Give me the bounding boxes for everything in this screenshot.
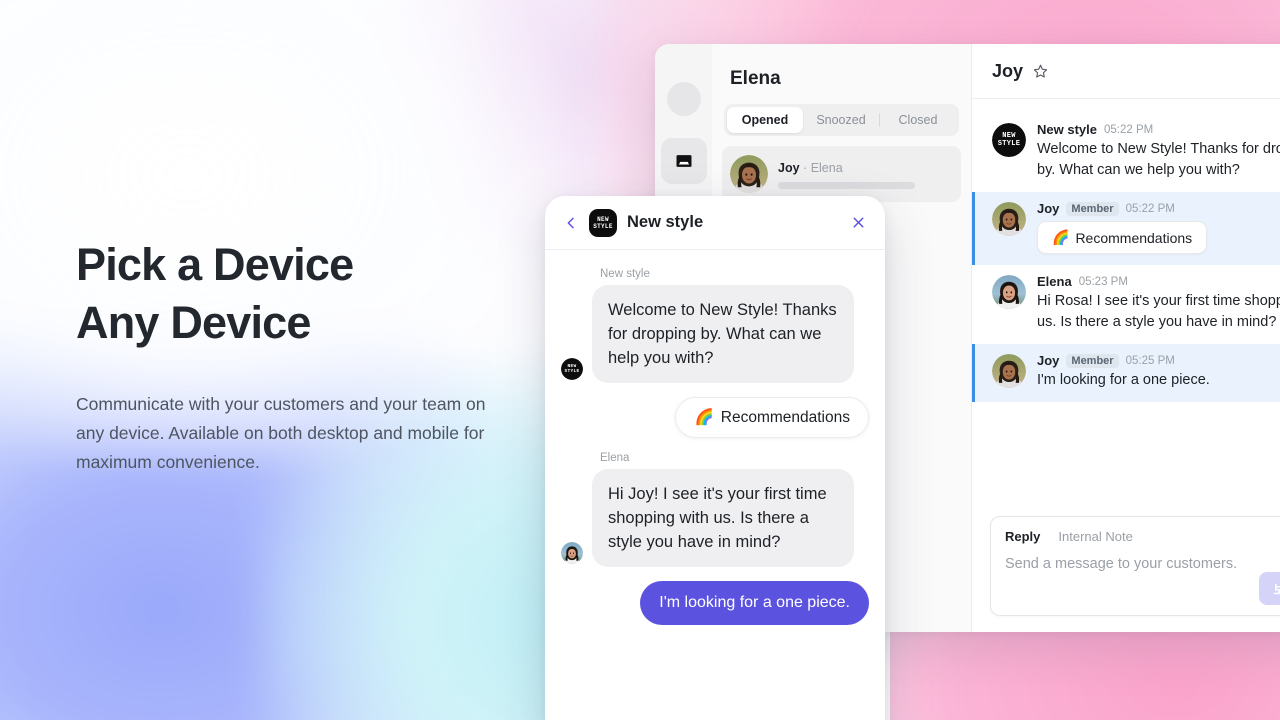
list-item-preview-skeleton xyxy=(778,181,915,189)
status-badge: Member xyxy=(1066,201,1119,216)
reply-composer[interactable]: Reply Internal Note Send a message to yo… xyxy=(990,516,1280,616)
message-timestamp: 05:23 PM xyxy=(1078,275,1128,288)
quick-reply-chip[interactable]: 🌈 Recommendations xyxy=(1037,221,1208,254)
tab-opened[interactable]: Opened xyxy=(727,107,803,133)
brand-logo-line-1: NEW xyxy=(1002,132,1016,140)
avatar xyxy=(992,354,1026,388)
message-author: Joy xyxy=(1037,353,1060,368)
chevron-left-icon[interactable] xyxy=(563,215,579,231)
avatar-agent-elena xyxy=(561,542,583,564)
tab-closed[interactable]: Closed xyxy=(880,107,956,133)
avatar-customer-joy xyxy=(992,202,1026,236)
brand-logo-line-2: STYLE xyxy=(564,369,580,374)
mobile-phone-mockup: NEW STYLE New style New style NEW STYLE … xyxy=(545,196,885,720)
reply-input-placeholder[interactable]: Send a message to your customers. xyxy=(1005,556,1280,572)
quick-reply-label: Recommendations xyxy=(1075,229,1193,246)
conversation-panel: Joy NEW STYLE New style 05:22 PM Welcome… xyxy=(972,44,1280,632)
message-item: NEW STYLE New style 05:22 PM Welcome to … xyxy=(972,113,1280,192)
list-item-title: Joy · Elena xyxy=(778,161,953,175)
tab-reply[interactable]: Reply xyxy=(1005,529,1040,544)
message-item: Joy Member 05:25 PM I'm looking for a on… xyxy=(972,344,1280,402)
brand-logo-line-2: STYLE xyxy=(997,140,1021,148)
phone-message-list: New style NEW STYLE Welcome to New Style… xyxy=(545,250,885,625)
quick-reply-label: Recommendations xyxy=(720,408,850,426)
phone-message-incoming: NEW STYLE Welcome to New Style! Thanks f… xyxy=(561,285,869,383)
phone-header: NEW STYLE New style xyxy=(545,196,885,250)
conversation-agent-name: Elena xyxy=(810,160,843,175)
avatar: NEW STYLE xyxy=(992,123,1026,157)
message-item: Elena 05:23 PM Hi Rosa! I see it's your … xyxy=(972,265,1280,344)
status-badge: Member xyxy=(1066,353,1119,368)
avatar xyxy=(730,155,768,193)
avatar xyxy=(561,542,583,564)
composer-tabs: Reply Internal Note xyxy=(1005,529,1280,544)
brand-logo-line-1: NEW xyxy=(597,215,609,223)
rainbow-icon: 🌈 xyxy=(694,409,714,426)
hero-copy: Pick a Device Any Device Communicate wit… xyxy=(76,236,506,477)
list-item-meta: Joy · Elena xyxy=(778,160,953,189)
message-list: NEW STYLE New style 05:22 PM Welcome to … xyxy=(972,99,1280,508)
quick-reply-chip[interactable]: 🌈 Recommendations xyxy=(675,397,869,438)
tab-snoozed[interactable]: Snoozed xyxy=(803,107,879,133)
hero-description: Communicate with your customers and your… xyxy=(76,394,486,472)
headline-line-2: Any Device xyxy=(76,297,311,348)
message-author: Joy xyxy=(1037,201,1060,216)
message-header: New style 05:22 PM xyxy=(1037,122,1280,137)
avatar-agent-elena xyxy=(992,275,1026,309)
list-item[interactable]: Joy · Elena xyxy=(722,146,961,202)
brand-logo-icon: NEW STYLE xyxy=(992,123,1026,157)
message-text: I'm looking for a one piece. xyxy=(1037,372,1210,388)
brand-logo-icon: NEW STYLE xyxy=(561,358,583,380)
message-header: Joy Member 05:25 PM xyxy=(1037,353,1280,368)
message-author: New style xyxy=(1037,122,1097,137)
message-header: Joy Member 05:22 PM xyxy=(1037,201,1280,216)
brand-logo-line-2: STYLE xyxy=(593,222,613,230)
page-title: Pick a Device Any Device xyxy=(76,236,506,352)
message-author: Elena xyxy=(1037,274,1072,289)
phone-quick-reply-row: 🌈 Recommendations xyxy=(561,397,869,438)
brand-logo-icon: NEW STYLE xyxy=(589,208,617,237)
inbox-icon xyxy=(676,155,691,167)
phone-sender-label: New style xyxy=(600,268,650,280)
tab-internal-note[interactable]: Internal Note xyxy=(1058,529,1132,544)
conversation-header: Joy xyxy=(972,44,1280,99)
avatar-customer-joy xyxy=(992,354,1026,388)
message-timestamp: 05:22 PM xyxy=(1103,123,1154,136)
message-text: Hi Rosa! I see it's your first time shop… xyxy=(1037,293,1280,330)
avatar[interactable] xyxy=(666,82,701,116)
sidebar-item-inbox[interactable] xyxy=(660,138,707,184)
avatar: NEW STYLE xyxy=(561,358,583,380)
close-icon[interactable] xyxy=(850,214,867,231)
avatar-customer-joy xyxy=(730,155,768,193)
avatar xyxy=(992,202,1026,236)
message-body: New style 05:22 PM Welcome to New Style!… xyxy=(1037,122,1280,181)
message-text: Welcome to New Style! Thanks for droppin… xyxy=(1037,141,1280,178)
message-item: Joy Member 05:22 PM 🌈 Recommendations xyxy=(972,192,1280,265)
headline-line-1: Pick a Device xyxy=(76,239,354,290)
phone-message-incoming: Hi Joy! I see it's your first time shopp… xyxy=(561,469,869,567)
message-body: Joy Member 05:22 PM 🌈 Recommendations xyxy=(1037,201,1280,254)
rainbow-icon: 🌈 xyxy=(1052,229,1070,245)
conversation-separator: · xyxy=(803,160,808,175)
phone-bubble-text: I'm looking for a one piece. xyxy=(640,581,869,625)
phone-conversation-title: New style xyxy=(627,213,704,231)
phone-bubble-text: Hi Joy! I see it's your first time shopp… xyxy=(592,469,854,567)
message-header: Elena 05:23 PM xyxy=(1037,274,1280,289)
send-button[interactable]: 보내기 xyxy=(1259,572,1280,605)
avatar xyxy=(992,275,1026,309)
phone-sender-label-elena: Elena xyxy=(600,452,630,464)
conversation-customer-name: Joy xyxy=(778,160,800,175)
phone-message-outgoing: I'm looking for a one piece. xyxy=(561,581,869,625)
reply-composer-wrapper: Reply Internal Note Send a message to yo… xyxy=(972,508,1280,632)
message-body: Elena 05:23 PM Hi Rosa! I see it's your … xyxy=(1037,274,1280,333)
message-timestamp: 05:22 PM xyxy=(1125,202,1175,215)
message-body: Joy Member 05:25 PM I'm looking for a on… xyxy=(1037,353,1280,391)
message-timestamp: 05:25 PM xyxy=(1125,354,1175,367)
inbox-filter-tabs: Opened Snoozed Closed xyxy=(724,104,959,136)
conversation-title: Joy xyxy=(992,60,1024,81)
inbox-title: Elena xyxy=(730,68,781,89)
phone-bubble-text: Welcome to New Style! Thanks for droppin… xyxy=(592,285,854,383)
star-icon[interactable] xyxy=(1032,63,1049,80)
